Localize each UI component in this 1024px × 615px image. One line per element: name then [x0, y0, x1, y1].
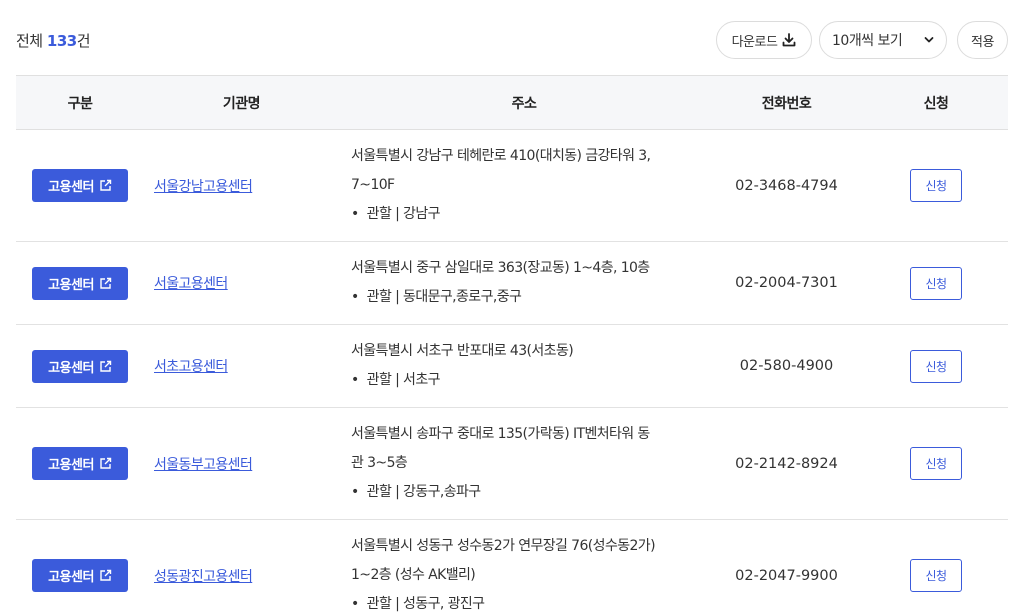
- phone-number: 02-2142-8924: [735, 455, 838, 472]
- center-type-label: 고용센터: [48, 180, 94, 195]
- total-count-number: 133: [46, 32, 77, 50]
- chevron-down-icon: [924, 37, 934, 43]
- phone-number: 02-2047-9900: [735, 567, 838, 584]
- center-type-label: 고용센터: [48, 458, 94, 473]
- jurisdiction-text: 관할 | 성동구, 광진구: [366, 596, 485, 612]
- column-header-phone: 전화번호: [761, 95, 812, 112]
- apply-label: 적용: [971, 34, 994, 50]
- column-header-apply: 신청: [923, 95, 949, 112]
- address-line: 서울특별시 중구 삼일대로 363(장교동) 1~4층, 10층: [351, 260, 650, 276]
- apply-row-button[interactable]: 신청: [910, 447, 962, 480]
- table-row: 고용센터 서울동부고용센터 서울특별시 송파구 중대로 135(가락동) IT벤…: [16, 408, 1008, 520]
- total-count: 전체 133건: [16, 30, 91, 51]
- address-line: 서울특별시 성동구 성수동2가 연무장길 76(성수동2가): [351, 538, 656, 554]
- total-prefix: 전체: [16, 32, 43, 50]
- external-link-icon: [100, 360, 112, 372]
- org-name-link[interactable]: 서울고용센터: [154, 276, 228, 292]
- table-row: 고용센터 서울고용센터 서울특별시 중구 삼일대로 363(장교동) 1~4층,…: [16, 242, 1008, 325]
- column-header-name: 기관명: [222, 95, 261, 112]
- table-header-row: 구분 기관명 주소 전화번호 신청: [16, 75, 1008, 130]
- external-link-icon: [100, 277, 112, 289]
- external-link-icon: [100, 179, 112, 191]
- address-line: 서울특별시 강남구 테헤란로 410(대치동) 금강타워 3,: [351, 148, 651, 164]
- jurisdiction: • 관할 | 성동구, 광진구: [351, 590, 709, 615]
- jurisdiction-text: 관할 | 동대문구,종로구,중구: [366, 289, 522, 305]
- column-header-type: 구분: [67, 95, 93, 112]
- address-line: 관 3~5층: [351, 455, 408, 471]
- bullet-icon: •: [351, 289, 359, 305]
- center-table: 구분 기관명 주소 전화번호 신청 고용센터 서울강남고용센터 서울특별시 강남…: [16, 75, 1008, 615]
- external-link-icon: [100, 457, 112, 469]
- center-type-label: 고용센터: [48, 277, 94, 293]
- jurisdiction: • 관할 | 강동구,송파구: [351, 478, 709, 507]
- address-line: 서울특별시 서초구 반포대로 43(서초동): [351, 343, 574, 359]
- per-page-value: 10개씩 보기: [832, 33, 903, 49]
- apply-row-button[interactable]: 신청: [910, 266, 962, 300]
- jurisdiction-text: 관할 | 강남구: [366, 206, 441, 222]
- jurisdiction: • 관할 | 서초구: [351, 366, 709, 395]
- address-line: 7~10F: [351, 177, 395, 193]
- center-type-label: 고용센터: [48, 360, 94, 376]
- jurisdiction: • 관할 | 강남구: [351, 200, 709, 229]
- center-type-button[interactable]: 고용센터: [32, 169, 128, 202]
- org-name-link[interactable]: 서울강남고용센터: [154, 179, 253, 195]
- list-toolbar: 전체 133건 다운로드 10개씩 보기 적용: [0, 0, 1024, 76]
- center-type-button[interactable]: 고용센터: [32, 447, 128, 480]
- bullet-icon: •: [351, 596, 359, 612]
- bullet-icon: •: [351, 484, 359, 500]
- apply-row-button[interactable]: 신청: [910, 349, 962, 383]
- table-row: 고용센터 서초고용센터 서울특별시 서초구 반포대로 43(서초동) • 관할 |…: [16, 325, 1008, 408]
- phone-number: 02-580-4900: [739, 358, 834, 374]
- center-type-button[interactable]: 고용센터: [32, 349, 128, 383]
- phone-number: 02-2004-7301: [735, 275, 838, 291]
- center-type-button[interactable]: 고용센터: [32, 559, 128, 592]
- phone-number: 02-3468-4794: [735, 177, 838, 194]
- jurisdiction-text: 관할 | 서초구: [366, 372, 441, 388]
- per-page-select[interactable]: 10개씩 보기: [819, 21, 947, 59]
- bullet-icon: •: [351, 372, 359, 388]
- center-type-label: 고용센터: [48, 570, 94, 585]
- bullet-icon: •: [351, 206, 359, 222]
- address-line: 1~2층 (성수 AK밸리): [351, 567, 476, 583]
- apply-row-button[interactable]: 신청: [910, 169, 962, 202]
- apply-row-button[interactable]: 신청: [910, 559, 962, 592]
- download-label: 다운로드: [731, 34, 778, 50]
- address-line: 서울특별시 송파구 중대로 135(가락동) IT벤처타워 동: [351, 426, 650, 442]
- column-header-address: 주소: [511, 95, 537, 112]
- table-row: 고용센터 성동광진고용센터 서울특별시 성동구 성수동2가 연무장길 76(성수…: [16, 520, 1008, 615]
- org-name-link[interactable]: 서울동부고용센터: [154, 457, 253, 473]
- apply-button[interactable]: 적용: [957, 21, 1008, 59]
- download-icon: [783, 33, 796, 47]
- total-suffix: 건: [76, 32, 91, 50]
- jurisdiction: • 관할 | 동대문구,종로구,중구: [351, 283, 709, 312]
- external-link-icon: [100, 569, 112, 581]
- center-type-button[interactable]: 고용센터: [32, 266, 128, 300]
- table-row: 고용센터 서울강남고용센터 서울특별시 강남구 테헤란로 410(대치동) 금강…: [16, 130, 1008, 242]
- org-name-link[interactable]: 성동광진고용센터: [154, 569, 253, 585]
- download-button[interactable]: 다운로드: [716, 21, 812, 59]
- org-name-link[interactable]: 서초고용센터: [154, 359, 228, 375]
- jurisdiction-text: 관할 | 강동구,송파구: [366, 484, 482, 500]
